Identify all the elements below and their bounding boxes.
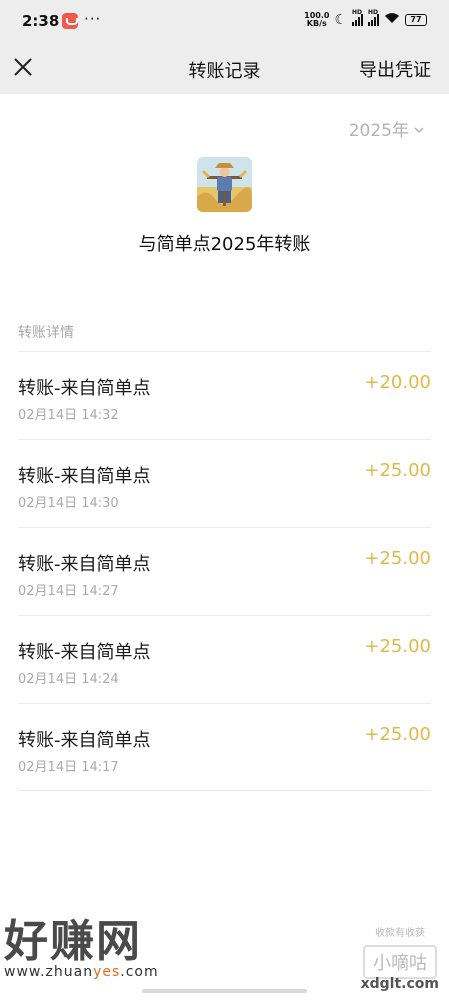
year-picker-label: 2025年: [348, 121, 409, 141]
transfer-title: 转账-来自简单点: [18, 642, 151, 663]
transfer-row[interactable]: 转账-来自简单点 02月14日 14:24 +25.00: [18, 616, 431, 704]
year-picker[interactable]: 2025年: [349, 116, 425, 141]
transfer-row[interactable]: 转账-来自简单点 02月14日 14:32 +20.00: [18, 352, 431, 440]
signal-icon: HD: [352, 9, 363, 26]
chevron-down-icon: [413, 119, 425, 139]
status-bar: 2:38 ··· 100.0 KB/s ☾ HD HD 77: [0, 0, 449, 44]
transfer-row[interactable]: 转账-来自简单点 02月14日 14:30 +25.00: [18, 440, 431, 528]
do-not-disturb-icon: ☾: [334, 12, 347, 28]
export-receipt-button[interactable]: 导出凭证: [359, 56, 431, 82]
transfer-time: 02月14日 14:32: [18, 408, 119, 423]
divider: [18, 790, 431, 791]
notification-app-icon: [62, 13, 78, 29]
wifi-icon: [384, 12, 400, 28]
transfer-title: 转账-来自简单点: [18, 554, 151, 575]
more-notifications-icon: ···: [84, 10, 102, 28]
home-indicator[interactable]: [142, 989, 307, 993]
transfer-time: 02月14日 14:24: [18, 672, 119, 687]
transfer-title: 转账-来自简单点: [18, 730, 151, 751]
battery-icon: 77: [405, 14, 427, 26]
transfer-time: 02月14日 14:17: [18, 760, 119, 775]
contact-avatar: [197, 157, 252, 212]
watermark-box-text: 小嘀咕: [363, 945, 437, 979]
watermark-url: www.zhuanyes.com: [4, 964, 159, 980]
transfer-row[interactable]: 转账-来自简单点 02月14日 14:27 +25.00: [18, 528, 431, 616]
signal-icon-2: HD: [368, 9, 379, 26]
transfer-amount: +25.00: [364, 724, 431, 745]
transfer-row[interactable]: 转账-来自简单点 02月14日 14:17 +25.00: [18, 704, 431, 792]
nav-bar: 转账记录 导出凭证: [0, 44, 449, 94]
status-indicators: 100.0 KB/s ☾ HD HD 77: [304, 9, 427, 28]
watermark-logo-text: 好赚网: [4, 916, 142, 967]
transfer-amount: +25.00: [364, 548, 431, 569]
section-label: 转账详情: [18, 325, 74, 341]
transfer-title: 转账-来自简单点: [18, 378, 151, 399]
status-time: 2:38: [22, 12, 60, 30]
transfer-amount: +25.00: [364, 636, 431, 657]
network-speed: 100.0 KB/s: [304, 11, 330, 28]
transfer-amount: +20.00: [364, 372, 431, 393]
transfer-time: 02月14日 14:27: [18, 584, 119, 599]
watermark-badge: 收款有收获 小嘀咕: [363, 924, 437, 979]
watermark-site: xdglt.com: [360, 976, 439, 992]
transfer-amount: +25.00: [364, 460, 431, 481]
summary-title: 与简单点2025年转账: [138, 234, 311, 255]
watermark-small-text: 收款有收获: [375, 928, 425, 939]
watermark-logo: 好赚网 www.zhuanyes.com: [4, 916, 159, 981]
transfer-time: 02月14日 14:30: [18, 496, 119, 511]
transfer-title: 转账-来自简单点: [18, 466, 151, 487]
